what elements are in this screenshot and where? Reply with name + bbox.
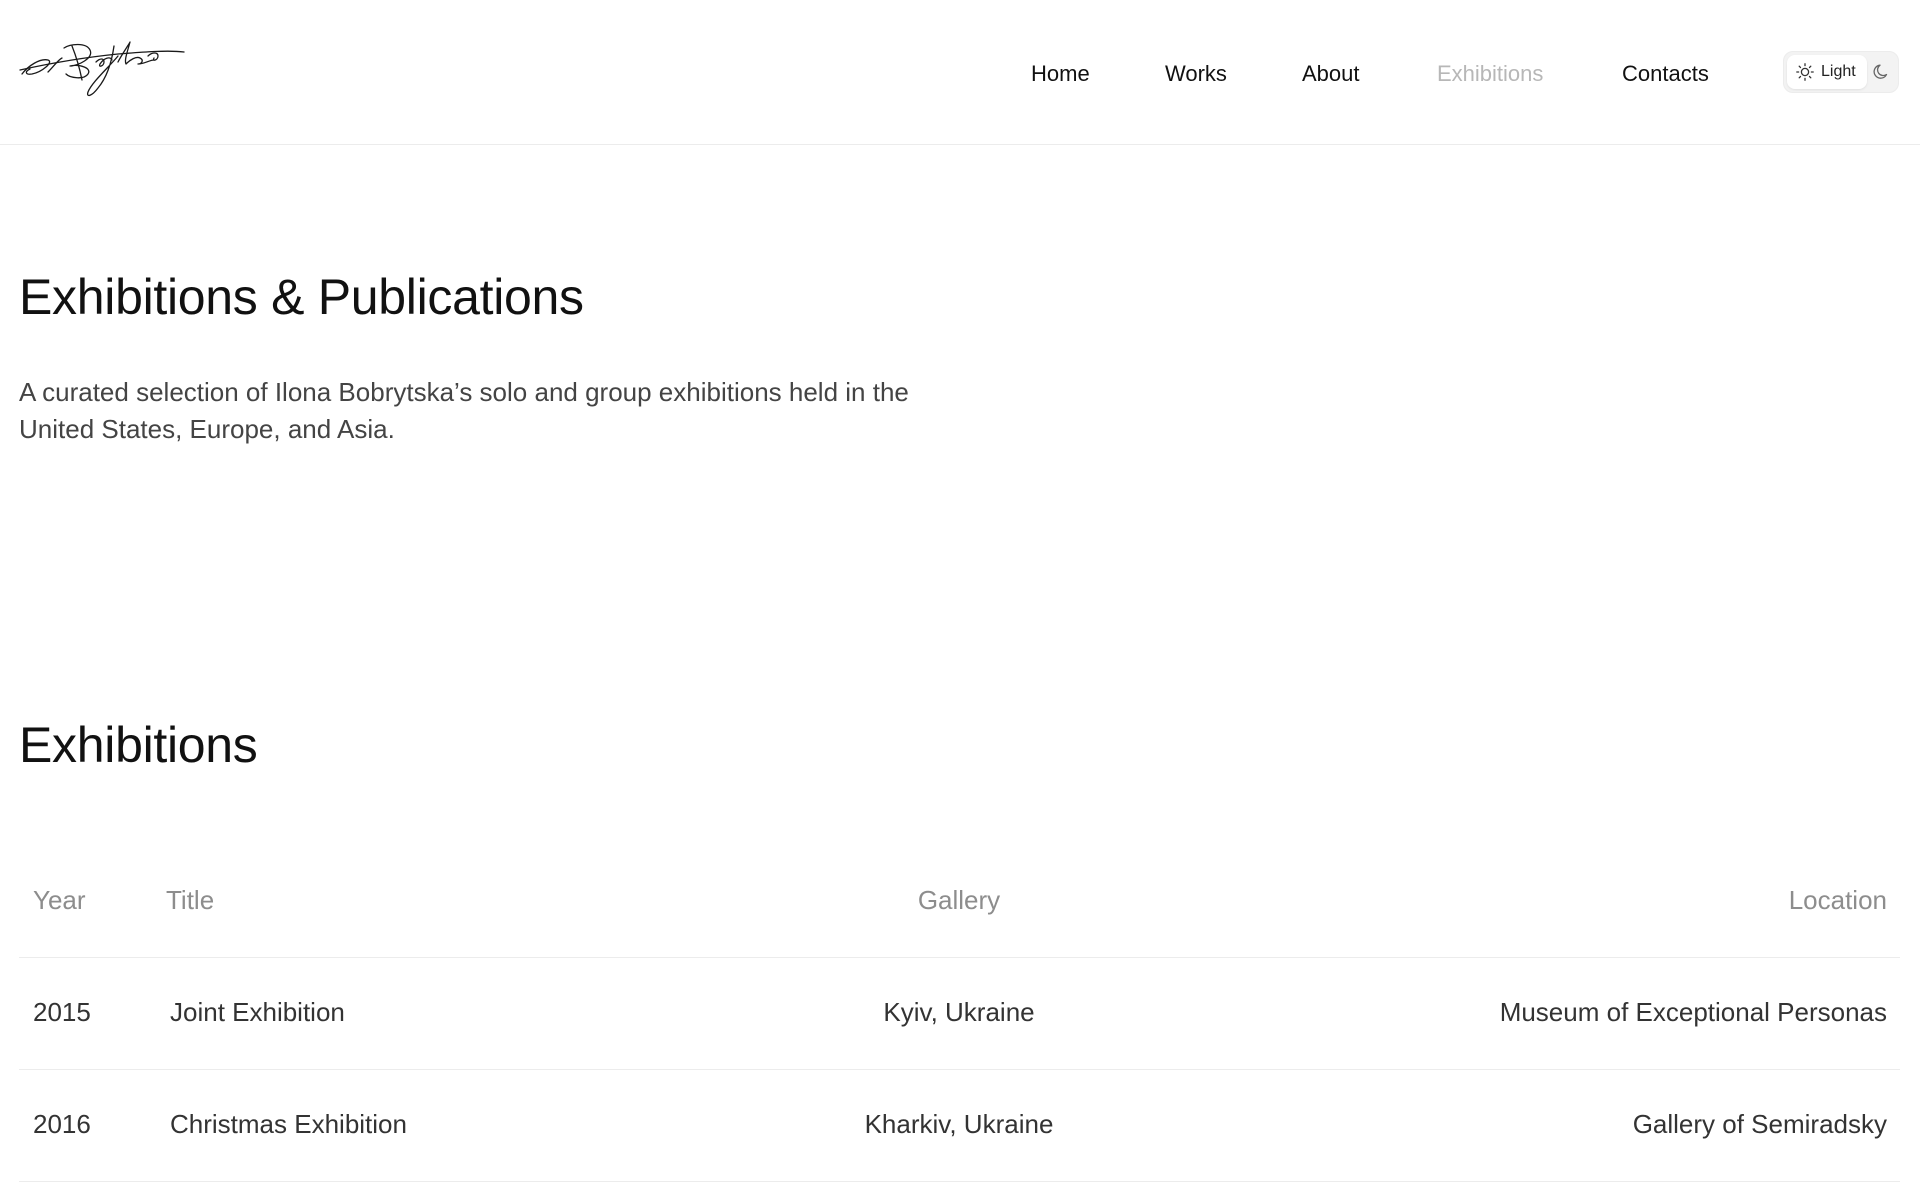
site-header: Home Works About Exhibitions Contacts Li… [0,0,1920,145]
nav-works[interactable]: Works [1165,54,1227,94]
row-gallery: Kyiv, Ukraine [883,997,1035,1027]
sun-icon [1796,63,1814,81]
table-header-row: Year Title Gallery Location [19,860,1900,958]
column-title: Title [166,885,215,915]
nav-about[interactable]: About [1302,54,1360,94]
table-row: 2016 Christmas Exhibition Kharkiv, Ukrai… [19,1070,1900,1182]
row-location: Gallery of Semiradsky [1632,1109,1887,1139]
row-year: 2015 [33,997,91,1027]
theme-dark-button[interactable] [1869,55,1897,89]
column-location: Location [1788,885,1887,915]
exhibitions-heading: Exhibitions [19,717,258,773]
nav-exhibitions[interactable]: Exhibitions [1437,54,1543,94]
moon-icon [1873,64,1888,79]
theme-light-label: Light [1821,63,1856,80]
column-gallery: Gallery [917,885,1001,915]
nav-contacts[interactable]: Contacts [1622,54,1709,94]
theme-light-button[interactable]: Light [1787,55,1867,89]
row-year: 2016 [33,1109,91,1139]
exhibitions-table: Year Title Gallery Location 2015 Joint E… [19,860,1900,1182]
table-row: 2015 Joint Exhibition Kyiv, Ukraine Muse… [19,958,1900,1070]
row-location: Museum of Exceptional Personas [1499,997,1887,1027]
signature-logo[interactable] [18,36,188,102]
theme-toggle: Light [1783,51,1899,93]
page-title: Exhibitions & Publications [19,269,584,325]
nav-home[interactable]: Home [1031,54,1090,94]
row-title: Joint Exhibition [170,997,345,1027]
column-year: Year [33,885,86,915]
row-gallery: Kharkiv, Ukraine [864,1109,1054,1139]
intro-text: A curated selection of Ilona Bobrytska’s… [19,377,909,444]
signature-icon [19,41,185,97]
row-title: Christmas Exhibition [170,1109,407,1139]
